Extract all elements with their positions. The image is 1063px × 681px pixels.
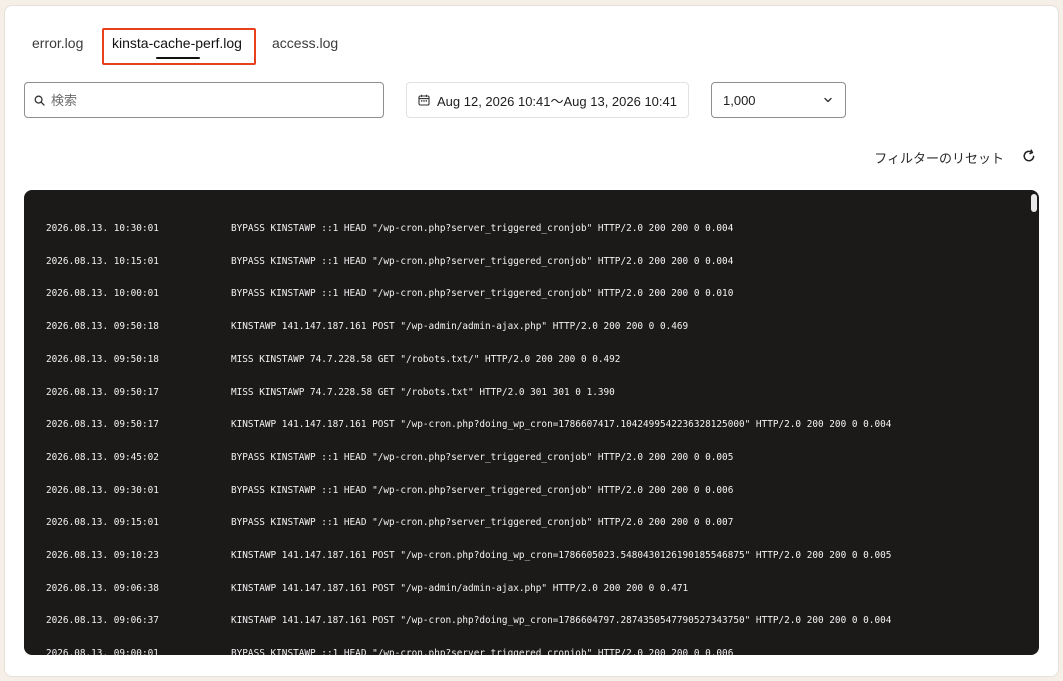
log-timestamp: 2026.08.13. 09:15:01 <box>46 517 159 529</box>
log-viewer-card: error.log kinsta-cache-perf.log access.l… <box>4 5 1059 677</box>
tab-access-log[interactable]: access.log <box>272 35 338 51</box>
log-message: BYPASS KINSTAWP ::1 HEAD "/wp-cron.php?s… <box>231 648 734 655</box>
refresh-icon <box>1022 149 1036 166</box>
log-message: KINSTAWP 141.147.187.161 POST "/wp-cron.… <box>231 615 892 627</box>
log-timestamp: 2026.08.13. 09:50:18 <box>46 321 159 333</box>
log-timestamp: 2026.08.13. 10:00:01 <box>46 288 159 300</box>
log-message: MISS KINSTAWP 74.7.228.58 GET "/robots.t… <box>231 386 615 398</box>
log-timestamp: 2026.08.13. 10:30:01 <box>46 223 159 234</box>
log-scrollbar[interactable] <box>1031 194 1037 212</box>
date-range-picker[interactable]: Aug 12, 2026 10:41～Aug 13, 2026 10:41 <box>406 82 689 118</box>
log-message: KINSTAWP 141.147.187.161 POST "/wp-cron.… <box>231 550 892 561</box>
log-message: KINSTAWP 141.147.187.161 POST "/wp-cron.… <box>231 419 892 431</box>
search-input[interactable] <box>51 92 351 108</box>
search-icon <box>25 95 51 106</box>
log-message: KINSTAWP 141.147.187.161 POST "/wp-admin… <box>231 582 689 594</box>
log-message: KINSTAWP 141.147.187.161 POST "/wp-admin… <box>231 321 689 333</box>
tab-error-log[interactable]: error.log <box>32 35 83 51</box>
active-tab-underline <box>156 57 200 59</box>
active-tab-highlight <box>102 28 256 65</box>
log-timestamp: 2026.08.13. 10:15:01 <box>46 255 159 267</box>
log-message: BYPASS KINSTAWP ::1 HEAD "/wp-cron.php?s… <box>231 484 734 496</box>
reset-filters-button[interactable]: フィルターのリセット <box>874 148 1036 167</box>
log-timestamp: 2026.08.13. 09:50:17 <box>46 386 159 398</box>
row-count-value: 1,000 <box>723 92 756 108</box>
log-message: BYPASS KINSTAWP ::1 HEAD "/wp-cron.php?s… <box>231 255 734 267</box>
log-message: BYPASS KINSTAWP ::1 HEAD "/wp-cron.php?s… <box>231 517 734 529</box>
log-timestamp: 2026.08.13. 09:06:38 <box>46 582 159 594</box>
log-timestamp: 2026.08.13. 09:50:17 <box>46 419 159 431</box>
log-output: 2026.08.13. 10:30:01BYPASS KINSTAWP ::1 … <box>24 190 1039 655</box>
log-message: BYPASS KINSTAWP ::1 HEAD "/wp-cron.php?s… <box>231 223 734 234</box>
log-message: MISS KINSTAWP 74.7.228.58 GET "/robots.t… <box>231 353 621 365</box>
log-message: BYPASS KINSTAWP ::1 HEAD "/wp-cron.php?s… <box>231 288 734 300</box>
reset-filters-label: フィルターのリセット <box>874 151 1004 166</box>
log-file-tabs: error.log kinsta-cache-perf.log access.l… <box>5 6 1058 76</box>
log-message: BYPASS KINSTAWP ::1 HEAD "/wp-cron.php?s… <box>231 451 734 463</box>
chevron-down-icon <box>823 93 833 108</box>
row-count-select[interactable]: 1,000 <box>711 82 846 118</box>
date-range-value: Aug 12, 2026 10:41～Aug 13, 2026 10:41 <box>437 93 677 109</box>
log-timestamp: 2026.08.13. 09:45:02 <box>46 451 159 463</box>
log-timestamp: 2026.08.13. 09:10:23 <box>46 550 159 561</box>
calendar-icon <box>418 94 430 106</box>
log-timestamp: 2026.08.13. 09:50:18 <box>46 353 159 365</box>
log-timestamp: 2026.08.13. 09:06:37 <box>46 615 159 627</box>
search-box <box>24 82 384 118</box>
log-timestamp: 2026.08.13. 09:30:01 <box>46 484 159 496</box>
log-timestamp: 2026.08.13. 09:00:01 <box>46 648 159 655</box>
